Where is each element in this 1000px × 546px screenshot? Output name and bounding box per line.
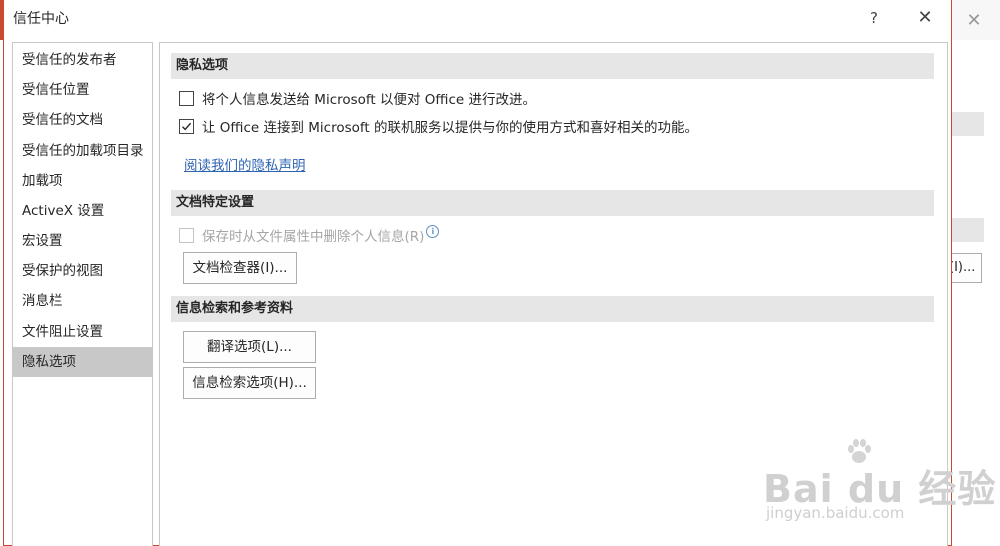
info-icon[interactable]: i — [426, 224, 440, 238]
document-inspector-button[interactable]: 文档检查器(I)... — [183, 252, 297, 284]
send-personal-info-checkbox[interactable] — [179, 90, 194, 106]
nav-item-message-bar[interactable]: 消息栏 — [13, 286, 152, 316]
dialog-title: 信任中心 — [13, 11, 69, 27]
help-button[interactable]: ? — [862, 6, 886, 30]
nav-item-protected-view[interactable]: 受保护的视图 — [13, 256, 152, 286]
nav-item-trusted-documents[interactable]: 受信任的文档 — [13, 105, 152, 135]
nav-item-activex-settings[interactable]: ActiveX 设置 — [13, 196, 152, 226]
send-personal-info-option[interactable]: 将个人信息发送给 Microsoft 以便对 Office 进行改进。 — [179, 87, 536, 109]
watermark-url-text: jingyan.baidu.com — [766, 504, 905, 522]
nav-item-addins[interactable]: 加载项 — [13, 166, 152, 196]
connect-online-services-option[interactable]: 让 Office 连接到 Microsoft 的联机服务以提供与你的使用方式和喜… — [179, 115, 698, 137]
remove-personal-info-option[interactable]: 保存时从文件属性中删除个人信息(R) i — [179, 224, 440, 246]
nav-item-trusted-locations[interactable]: 受信任位置 — [13, 75, 152, 105]
nav-item-file-block-settings[interactable]: 文件阻止设置 — [13, 317, 152, 347]
dialog-title-bar: 信任中心 ? ✕ — [4, 0, 951, 36]
nav-item-macro-settings[interactable]: 宏设置 — [13, 226, 152, 256]
checkmark-icon — [182, 122, 192, 130]
connect-online-services-label: 让 Office 连接到 Microsoft 的联机服务以提供与你的使用方式和喜… — [202, 120, 699, 136]
privacy-section-header: 隐私选项 — [171, 53, 934, 79]
category-nav: 受信任的发布者 受信任位置 受信任的文档 受信任的加载项目录 加载项 Activ… — [12, 42, 153, 546]
background-section-band — [950, 112, 984, 136]
research-options-button[interactable]: 信息检索选项(H)... — [183, 367, 316, 399]
remove-personal-info-checkbox[interactable] — [179, 227, 194, 243]
document-settings-section-header: 文档特定设置 — [171, 190, 934, 216]
send-personal-info-label: 将个人信息发送给 Microsoft 以便对 Office 进行改进。 — [202, 92, 537, 108]
nav-item-trusted-addin-catalogs[interactable]: 受信任的加载项目录 — [13, 136, 152, 166]
connect-online-services-checkbox[interactable] — [179, 118, 194, 134]
nav-item-trusted-publishers[interactable]: 受信任的发布者 — [13, 45, 152, 75]
background-section-band — [950, 218, 984, 242]
privacy-statement-link[interactable]: 阅读我们的隐私声明 — [184, 154, 306, 174]
close-button[interactable]: ✕ — [913, 6, 937, 30]
research-section-header: 信息检索和参考资料 — [171, 296, 934, 322]
background-close-icon[interactable]: ✕ — [963, 10, 985, 32]
nav-item-privacy-options[interactable]: 隐私选项 — [13, 347, 152, 377]
baidu-jingyan-watermark: Bai du 经验 jingyan.baidu.com — [763, 436, 995, 532]
remove-personal-info-label: 保存时从文件属性中删除个人信息(R) — [202, 229, 425, 245]
translation-options-button[interactable]: 翻译选项(L)... — [183, 331, 316, 363]
